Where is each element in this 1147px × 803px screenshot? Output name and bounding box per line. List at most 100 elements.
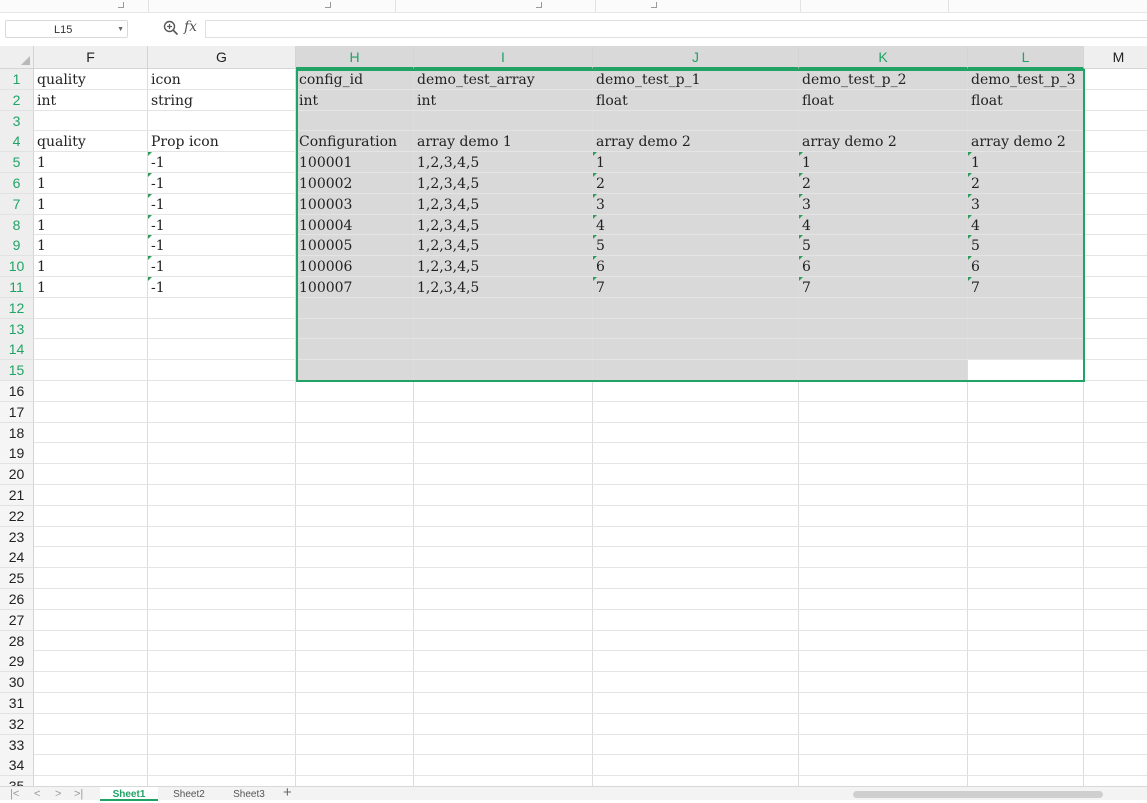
cell-h11[interactable]: 100007: [296, 277, 414, 298]
column-header-f[interactable]: F: [34, 46, 148, 69]
cell-h8[interactable]: 100004: [296, 215, 414, 236]
ribbon-launcher-icon[interactable]: [651, 2, 657, 8]
cell-h1[interactable]: config_id: [296, 69, 414, 90]
cell-f4[interactable]: quality: [34, 131, 148, 152]
cell-l8[interactable]: 4: [968, 214, 1084, 236]
function-icon[interactable]: fx: [184, 19, 197, 35]
row-header-8[interactable]: 8: [0, 214, 34, 236]
cell-i10[interactable]: 1,2,3,4,5: [414, 256, 593, 277]
cell-g9[interactable]: -1: [148, 235, 296, 256]
cell-j3[interactable]: [593, 111, 799, 132]
row-header-2[interactable]: 2: [0, 89, 34, 111]
cell-g4[interactable]: Prop icon: [148, 131, 296, 152]
row-header-35[interactable]: 35: [0, 776, 34, 786]
cell-k4[interactable]: array demo 2: [799, 131, 968, 152]
cell-i7[interactable]: 1,2,3,4,5: [414, 194, 593, 215]
cell-l10[interactable]: 6: [968, 256, 1084, 277]
cell-g8[interactable]: -1: [148, 214, 296, 236]
cell-i4[interactable]: array demo 1: [414, 131, 593, 152]
cell-l4[interactable]: array demo 2: [968, 131, 1084, 152]
cell-h3[interactable]: [296, 111, 414, 132]
cell-l2[interactable]: float: [968, 90, 1084, 111]
cell-i1[interactable]: demo_test_array: [414, 69, 593, 90]
scrollbar-thumb[interactable]: [853, 791, 1103, 798]
cell-f11[interactable]: 1: [34, 277, 148, 298]
chevron-down-icon[interactable]: ▼: [117, 21, 124, 39]
tab-sheet2[interactable]: Sheet2: [160, 787, 218, 801]
select-all-corner[interactable]: [0, 46, 34, 69]
row-header-22[interactable]: 22: [0, 505, 34, 527]
cell-k10[interactable]: 6: [799, 256, 968, 277]
cell-j6[interactable]: 2: [593, 173, 799, 194]
cell-f1[interactable]: quality: [34, 69, 148, 90]
cell-j9[interactable]: 5: [593, 235, 799, 256]
cell-k1[interactable]: demo_test_p_2: [799, 69, 968, 90]
row-header-28[interactable]: 28: [0, 630, 34, 652]
cell-f8[interactable]: 1: [34, 215, 148, 236]
row-header-34[interactable]: 34: [0, 755, 34, 777]
row-header-30[interactable]: 30: [0, 672, 34, 694]
row-header-15[interactable]: 15: [0, 360, 34, 382]
column-header-l[interactable]: L: [968, 46, 1084, 69]
row-header-24[interactable]: 24: [0, 547, 34, 569]
cell-k11[interactable]: 7: [799, 277, 968, 298]
cell-f5[interactable]: 1: [34, 152, 148, 173]
cell-f7[interactable]: 1: [34, 194, 148, 215]
cell-h10[interactable]: 100006: [296, 256, 414, 277]
cell-h4[interactable]: Configuration: [296, 131, 414, 152]
row-header-27[interactable]: 27: [0, 609, 34, 631]
row-header-5[interactable]: 5: [0, 152, 34, 174]
cell-j5[interactable]: 1: [593, 152, 799, 173]
next-sheet-icon[interactable]: >: [55, 787, 61, 801]
cell-h7[interactable]: 100003: [296, 194, 414, 215]
cell-i5[interactable]: 1,2,3,4,5: [414, 152, 593, 173]
ribbon-launcher-icon[interactable]: [118, 2, 124, 8]
cell-i6[interactable]: 1,2,3,4,5: [414, 173, 593, 194]
horizontal-scrollbar[interactable]: [688, 790, 1138, 799]
cell-g11[interactable]: -1: [148, 277, 296, 298]
cell-j7[interactable]: 3: [593, 193, 799, 215]
cell-j11[interactable]: 7: [593, 277, 799, 298]
row-header-1[interactable]: 1: [0, 69, 34, 90]
cell-f3[interactable]: [34, 111, 148, 132]
cell-j1[interactable]: demo_test_p_1: [593, 69, 799, 90]
row-header-29[interactable]: 29: [0, 651, 34, 673]
cell-j10[interactable]: 6: [593, 256, 799, 277]
column-header-i[interactable]: I: [414, 46, 593, 69]
column-header-h[interactable]: H: [296, 46, 414, 69]
cell-i3[interactable]: [414, 111, 593, 132]
row-header-33[interactable]: 33: [0, 734, 34, 756]
cell-h9[interactable]: 100005: [296, 235, 414, 256]
cell-g5[interactable]: -1: [148, 152, 296, 173]
row-header-12[interactable]: 12: [0, 297, 34, 319]
row-header-19[interactable]: 19: [0, 443, 34, 465]
cell-l1[interactable]: demo_test_p_3: [968, 69, 1084, 90]
row-header-9[interactable]: 9: [0, 235, 34, 257]
cell-l6[interactable]: 2: [968, 173, 1084, 194]
row-header-18[interactable]: 18: [0, 422, 34, 444]
row-header-17[interactable]: 17: [0, 401, 34, 423]
cell-j2[interactable]: float: [593, 90, 799, 111]
row-header-23[interactable]: 23: [0, 526, 34, 548]
cell-f2[interactable]: int: [34, 90, 148, 111]
cell-g3[interactable]: [148, 111, 296, 132]
add-sheet-button[interactable]: +: [283, 785, 292, 801]
cell-h6[interactable]: 100002: [296, 173, 414, 194]
column-header-k[interactable]: K: [799, 46, 968, 69]
row-header-25[interactable]: 25: [0, 568, 34, 590]
tab-sheet3[interactable]: Sheet3: [220, 787, 278, 801]
cell-k2[interactable]: float: [799, 90, 968, 111]
row-header-16[interactable]: 16: [0, 381, 34, 402]
spreadsheet-grid[interactable]: quality icon config_id demo_test_array demo_…: [0, 46, 1147, 786]
first-sheet-icon[interactable]: |<: [10, 787, 19, 801]
cell-l3[interactable]: [968, 111, 1084, 132]
cell-i2[interactable]: int: [414, 90, 593, 111]
cell-k9[interactable]: 5: [799, 235, 968, 256]
column-header-g[interactable]: G: [148, 46, 296, 69]
cell-h5[interactable]: 100001: [296, 152, 414, 173]
row-header-20[interactable]: 20: [0, 464, 34, 486]
cell-i9[interactable]: 1,2,3,4,5: [414, 235, 593, 256]
cell-j8[interactable]: 4: [593, 214, 799, 236]
cell-j4[interactable]: array demo 2: [593, 131, 799, 152]
cell-g6[interactable]: -1: [148, 173, 296, 194]
